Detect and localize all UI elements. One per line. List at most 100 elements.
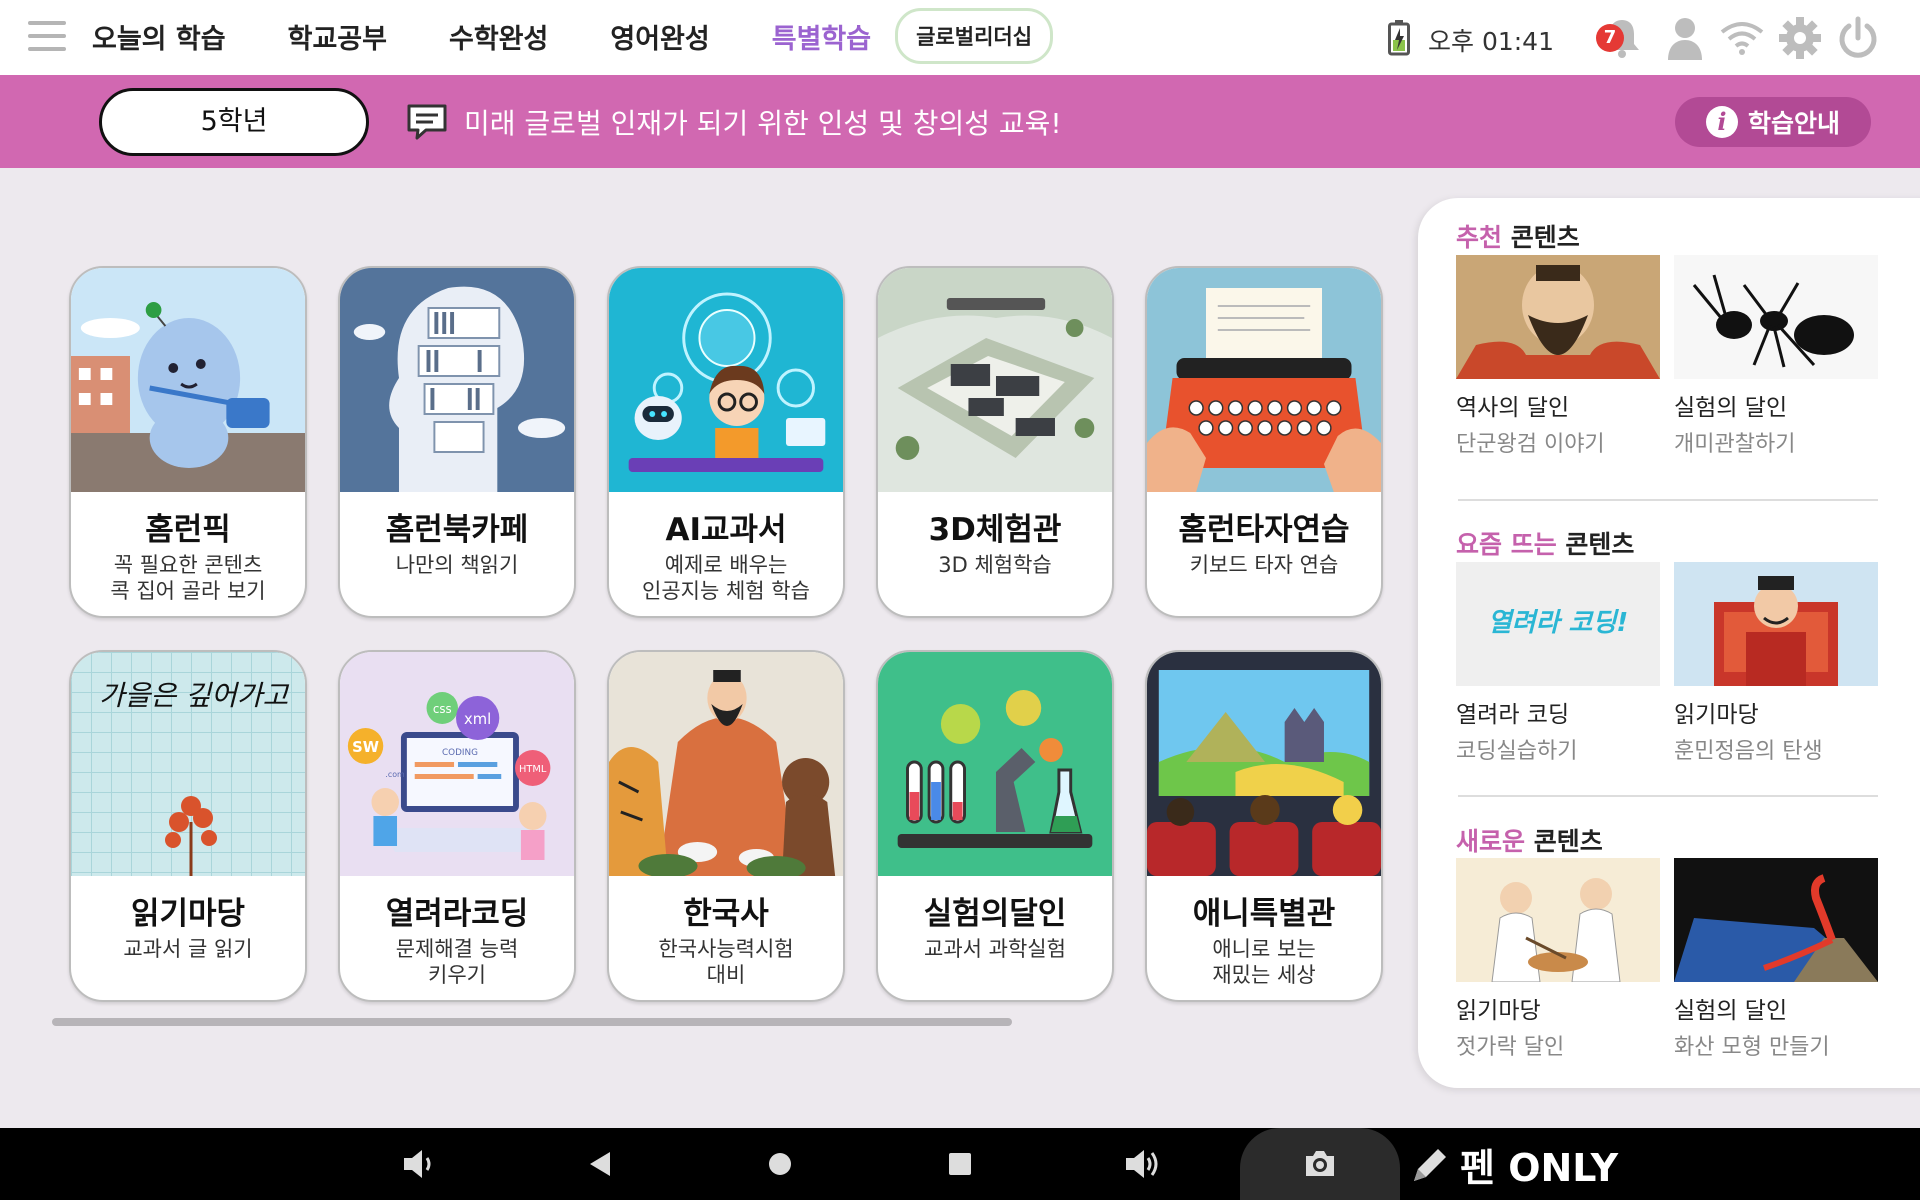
rc-thumb-king[interactable] [1674, 562, 1878, 686]
card-subtitle: 예제로 배우는 인공지능 체험 학습 [642, 553, 810, 603]
home-icon[interactable] [760, 1146, 800, 1182]
card-title: 3D체험관 [928, 512, 1062, 548]
rc-title: 열려라 코딩 [1456, 702, 1570, 728]
grade-selector[interactable]: 5학년 [99, 88, 369, 156]
rc-subtitle: 개미관찰하기 [1674, 432, 1796, 457]
gear-icon[interactable] [1778, 16, 1822, 60]
card-homerun-bookcafe[interactable]: 홈런북카페 나만의 책읽기 [338, 266, 576, 618]
wifi-icon [1720, 22, 1764, 55]
bookcafe-illustration [340, 268, 574, 492]
section-title-recommended: 추천 콘텐츠 [1456, 223, 1580, 252]
card-subtitle: 3D 체험학습 [938, 553, 1052, 577]
card-title: 실험의달인 [923, 896, 1067, 932]
korean-history-illustration [609, 652, 843, 876]
rc-subtitle: 코딩실습하기 [1456, 739, 1578, 764]
rc-subtitle: 단군왕검 이야기 [1456, 432, 1605, 457]
experiment-illustration [878, 652, 1112, 876]
section-divider [1458, 795, 1878, 797]
learning-guide-label: 학습안내 [1747, 109, 1840, 138]
card-title: 한국사 [683, 896, 769, 932]
main-nav: 오늘의 학습 학교공부 수학완성 영어완성 특별학습 글로벌리더십 [92, 8, 1054, 64]
rc-title: 실험의 달인 [1674, 395, 1788, 421]
nav-global-leadership[interactable]: 글로벌리더십 [895, 8, 1054, 64]
volume-down-icon[interactable] [398, 1146, 438, 1182]
reading-illustration: 가을은 깊어가고 [71, 652, 305, 876]
camera-icon [1306, 1151, 1334, 1176]
card-open-coding[interactable]: SW css xml HTML CODING .com 열려라코딩 문제해결 능… [338, 650, 576, 1002]
user-icon[interactable] [1666, 16, 1704, 60]
card-title: 애니특별관 [1192, 896, 1336, 932]
info-icon: i [1705, 106, 1738, 138]
card-experiment-master[interactable]: 실험의달인 교과서 과학실험 [876, 650, 1114, 1002]
card-animation-special[interactable]: 애니특별관 애니로 보는 재밌는 세상 [1145, 650, 1383, 1002]
animation-theater-illustration [1147, 652, 1381, 876]
system-bar: 펜 ONLY [0, 1128, 1920, 1200]
battery-icon [1388, 20, 1410, 56]
recents-icon[interactable] [940, 1146, 980, 1182]
rc-thumb-volcano[interactable] [1674, 858, 1878, 982]
rc-thumb-coding[interactable]: 열려라 코딩! [1456, 562, 1660, 686]
rc-subtitle: 화산 모형 만들기 [1674, 1035, 1830, 1060]
rc-title: 읽기마당 [1674, 702, 1759, 728]
card-ai-textbook[interactable]: AI교과서 예제로 배우는 인공지능 체험 학습 [607, 266, 845, 618]
power-icon[interactable] [1836, 16, 1880, 60]
nav-school[interactable]: 학교공부 [288, 17, 387, 56]
card-subtitle: 꼭 필요한 콘텐츠 콕 집어 골라 보기 [110, 553, 266, 603]
pencil-icon [1414, 1149, 1446, 1181]
section-title-trending: 요즘 뜨는 콘텐츠 [1456, 530, 1635, 559]
card-3d-experience[interactable]: 3D체험관 3D 체험학습 [876, 266, 1114, 618]
ai-textbook-illustration [609, 268, 843, 492]
rc-title: 역사의 달인 [1456, 395, 1570, 421]
content-grid: 홈런픽 꼭 필요한 콘텐츠 콕 집어 골라 보기 홈런북카페 나만의 책읽기 A… [0, 168, 1410, 1028]
card-homerun-pick[interactable]: 홈런픽 꼭 필요한 콘텐츠 콕 집어 골라 보기 [69, 266, 307, 618]
nav-english[interactable]: 영어완성 [610, 17, 709, 56]
top-bar: 오늘의 학습 학교공부 수학완성 영어완성 특별학습 글로벌리더십 오후 01:… [0, 0, 1920, 75]
typewriter-illustration [1147, 268, 1381, 492]
coding-illustration: SW css xml HTML CODING .com [340, 652, 574, 876]
content-panel: 추천 콘텐츠 역사의 달인 단군왕검 이야기 실험의 달인 개미관찰하기 요즘 … [1418, 198, 1920, 1088]
back-icon[interactable] [580, 1146, 620, 1182]
card-subtitle: 교과서 글 읽기 [123, 937, 253, 961]
section-title-new: 새로운 콘텐츠 [1456, 827, 1603, 856]
menu-icon[interactable] [28, 21, 66, 51]
card-title: 읽기마당 [130, 896, 246, 932]
svg-text:xml: xml [464, 710, 491, 728]
card-subtitle: 키보드 타자 연습 [1189, 553, 1339, 577]
card-title: 홈런북카페 [385, 512, 529, 548]
rc-thumb-chopsticks[interactable] [1456, 858, 1660, 982]
card-typing-practice[interactable]: 홈런타자연습 키보드 타자 연습 [1145, 266, 1383, 618]
pen-only-label: 펜 ONLY [1460, 1145, 1619, 1190]
volume-up-icon[interactable] [1122, 1146, 1162, 1182]
card-korean-history[interactable]: 한국사 한국사능력시험 대비 [607, 650, 845, 1002]
learning-guide-button[interactable]: i 학습안내 [1675, 97, 1871, 147]
card-title: AI교과서 [665, 512, 787, 548]
horizontal-scrollbar[interactable] [52, 1018, 1012, 1026]
pen-only-toggle[interactable]: 펜 ONLY [1410, 1138, 1618, 1190]
nav-math[interactable]: 수학완성 [449, 17, 548, 56]
card-subtitle: 교과서 과학실험 [924, 937, 1066, 961]
card-subtitle: 나만의 책읽기 [395, 553, 519, 577]
homerun-pick-illustration [71, 268, 305, 492]
nav-today[interactable]: 오늘의 학습 [92, 17, 226, 56]
screenshot-button[interactable] [1240, 1128, 1400, 1200]
card-subtitle: 한국사능력시험 대비 [658, 937, 794, 987]
reading-art-text: 가을은 깊어가고 [99, 679, 289, 712]
rc-title: 읽기마당 [1456, 998, 1541, 1024]
card-subtitle: 문제해결 능력 키우기 [395, 937, 519, 987]
svg-text:.com: .com [385, 770, 405, 779]
card-reading-yard[interactable]: 가을은 깊어가고 읽기마당 교과서 글 읽기 [69, 650, 307, 1002]
nav-special[interactable]: 특별학습 [772, 17, 871, 56]
card-title: 홈런픽 [145, 512, 231, 548]
rc-title: 실험의 달인 [1674, 998, 1788, 1024]
svg-text:HTML: HTML [519, 764, 547, 775]
maple-leaf-icon [165, 796, 217, 876]
3d-experience-illustration [878, 268, 1112, 492]
rc-thumb-ant[interactable] [1674, 255, 1878, 379]
speech-bubble-icon [407, 104, 447, 140]
rc-thumb-coding-text: 열려라 코딩! [1487, 608, 1629, 638]
card-title: 홈런타자연습 [1178, 512, 1350, 548]
notification-badge: 7 [1596, 24, 1624, 52]
svg-text:CODING: CODING [442, 748, 478, 758]
rc-thumb-dangun[interactable] [1456, 255, 1660, 379]
section-divider [1458, 499, 1878, 501]
